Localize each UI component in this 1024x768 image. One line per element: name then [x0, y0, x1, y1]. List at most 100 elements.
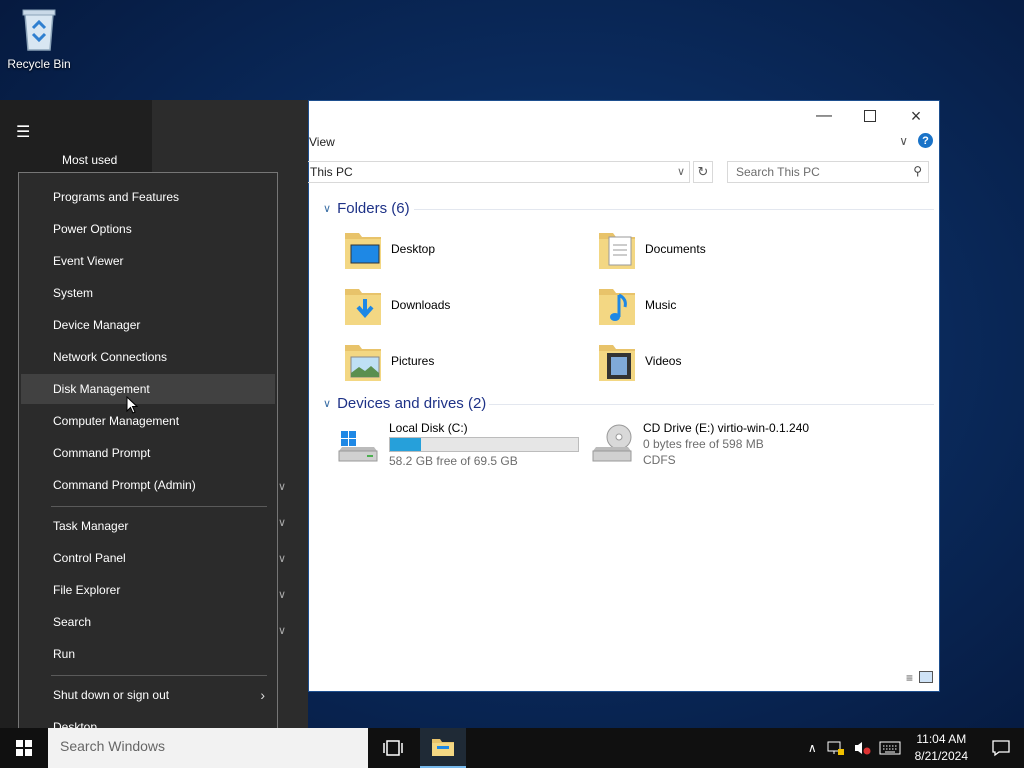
search-icon: ⚲ [913, 164, 922, 178]
menu-item-label: Power Options [53, 222, 132, 236]
drive-free-space: 0 bytes free of 598 MB [643, 437, 764, 451]
folder-videos[interactable]: Videos [595, 339, 835, 383]
close-button[interactable]: × [893, 101, 939, 131]
menu-item-label: Shut down or sign out [53, 688, 170, 702]
system-tray: ∧ 11:04 AM 8/21/2024 [808, 728, 1024, 768]
menu-separator [51, 675, 267, 676]
drive-usage-bar [389, 437, 579, 452]
drive-filesystem: CDFS [643, 453, 676, 467]
collapse-chevron-icon: ∨ [323, 203, 332, 215]
file-explorer-icon [432, 739, 454, 756]
clock-time: 11:04 AM [916, 732, 967, 746]
taskbar-clock[interactable]: 11:04 AM 8/21/2024 [915, 731, 968, 765]
menu-item-event-viewer[interactable]: Event Viewer [21, 246, 275, 276]
menu-item-computer-management[interactable]: Computer Management [21, 406, 275, 436]
menu-item-shut-down-or-sign-out[interactable]: Shut down or sign out › [21, 680, 275, 710]
action-center-icon[interactable] [978, 739, 1024, 757]
view-mode-switcher: ≡ [906, 671, 933, 685]
menu-item-power-options[interactable]: Power Options [21, 214, 275, 244]
task-view-button[interactable] [370, 728, 416, 768]
minimize-icon: — [816, 107, 832, 124]
minimize-button[interactable]: — [801, 101, 847, 131]
ribbon-right-controls: ∨ ? [899, 133, 933, 148]
winx-context-menu: Programs and Features Power Options Even… [18, 172, 278, 751]
drive-e[interactable]: CD Drive (E:) virtio-win-0.1.240 0 bytes… [589, 421, 809, 467]
menu-item-label: Command Prompt (Admin) [53, 478, 196, 492]
drive-name: CD Drive (E:) virtio-win-0.1.240 [643, 421, 810, 435]
menu-item-command-prompt[interactable]: Command Prompt [21, 438, 275, 468]
menu-item-label: Run [53, 647, 76, 661]
documents-folder-icon [599, 233, 635, 269]
drives-header-label: Devices and drives (2) [337, 395, 487, 412]
group-divider [489, 404, 934, 405]
most-used-label: Most used [62, 153, 118, 167]
refresh-button[interactable]: ↻ [693, 161, 713, 183]
cd-drive-icon [592, 424, 632, 462]
drive-name: Local Disk (C:) [389, 421, 468, 435]
hamburger-menu-icon[interactable]: ☰ [16, 122, 30, 142]
taskbar-search-box[interactable]: Search Windows [48, 728, 368, 768]
menu-item-disk-management[interactable]: Disk Management [21, 374, 275, 404]
menu-item-label: Control Panel [53, 551, 126, 565]
folder-desktop[interactable]: Desktop [341, 227, 581, 271]
folder-label: Documents [645, 242, 706, 256]
menu-item-label: Event Viewer [53, 254, 124, 268]
pictures-folder-icon [345, 345, 381, 381]
recycle-bin-label: Recycle Bin [7, 57, 71, 71]
chevron-down-icon: ∨ [278, 481, 287, 493]
menu-item-device-manager[interactable]: Device Manager [21, 310, 275, 340]
large-icons-view-icon[interactable] [919, 671, 933, 683]
drives-group-header[interactable]: ∨ Devices and drives (2) [323, 395, 486, 412]
folder-label: Pictures [391, 354, 435, 368]
collapse-chevron-icon: ∨ [323, 398, 332, 410]
folder-documents[interactable]: Documents [595, 227, 835, 271]
folder-music[interactable]: Music [595, 283, 835, 327]
ribbon-expand-chevron-icon[interactable]: ∨ [899, 134, 908, 148]
menu-item-run[interactable]: Run [21, 639, 275, 669]
menu-item-label: Network Connections [53, 350, 168, 364]
address-bar[interactable]: This PC ∨ [307, 161, 690, 183]
refresh-icon: ↻ [697, 164, 709, 179]
folder-label: Desktop [391, 242, 436, 256]
menu-item-search[interactable]: Search [21, 607, 275, 637]
search-box[interactable]: Search This PC ⚲ [727, 161, 929, 183]
drive-c[interactable]: Local Disk (C:) 58.2 GB free of 69.5 GB [335, 421, 579, 468]
menu-item-task-manager[interactable]: Task Manager [21, 511, 275, 541]
start-button[interactable] [0, 728, 48, 768]
show-hidden-icons-chevron-icon[interactable]: ∧ [808, 741, 817, 755]
menu-item-control-panel[interactable]: Control Panel [21, 543, 275, 573]
maximize-button[interactable] [847, 101, 893, 131]
menu-item-label: Task Manager [53, 519, 129, 533]
menu-separator [51, 506, 267, 507]
ribbon-tab-view[interactable]: View [309, 135, 335, 149]
keyboard-icon[interactable] [879, 741, 901, 755]
folders-group-header[interactable]: ∨ Folders (6) [323, 200, 410, 217]
folder-downloads[interactable]: Downloads [341, 283, 581, 327]
volume-muted-icon[interactable] [853, 740, 871, 756]
menu-item-label: Disk Management [53, 382, 150, 396]
drive-usage-fill [390, 438, 421, 451]
menu-item-system[interactable]: System [21, 278, 275, 308]
address-dropdown-icon[interactable]: ∨ [677, 165, 685, 178]
music-folder-icon [599, 289, 635, 325]
desktop-folder-icon [345, 233, 381, 269]
menu-item-label: Computer Management [53, 414, 180, 428]
maximize-icon [864, 110, 876, 122]
menu-item-command-prompt-admin[interactable]: Command Prompt (Admin) [21, 470, 275, 500]
details-view-icon[interactable]: ≡ [906, 671, 913, 685]
submenu-arrow-icon: › [260, 687, 265, 703]
menu-item-file-explorer[interactable]: File Explorer [21, 575, 275, 605]
recycle-bin-icon [22, 9, 56, 51]
menu-item-network-connections[interactable]: Network Connections [21, 342, 275, 372]
chevron-down-icon: ∨ [278, 589, 287, 601]
chevron-down-icon: ∨ [278, 517, 287, 529]
menu-item-programs-and-features[interactable]: Programs and Features [21, 182, 275, 212]
folder-pictures[interactable]: Pictures [341, 339, 581, 383]
menu-item-label: File Explorer [53, 583, 121, 597]
recycle-bin-desktop-icon[interactable]: Recycle Bin [6, 6, 72, 71]
mouse-cursor-icon [126, 396, 138, 414]
taskbar-file-explorer-button[interactable] [420, 728, 466, 768]
clock-date: 8/21/2024 [914, 749, 968, 763]
network-icon[interactable] [827, 740, 845, 756]
help-icon[interactable]: ? [918, 133, 933, 148]
